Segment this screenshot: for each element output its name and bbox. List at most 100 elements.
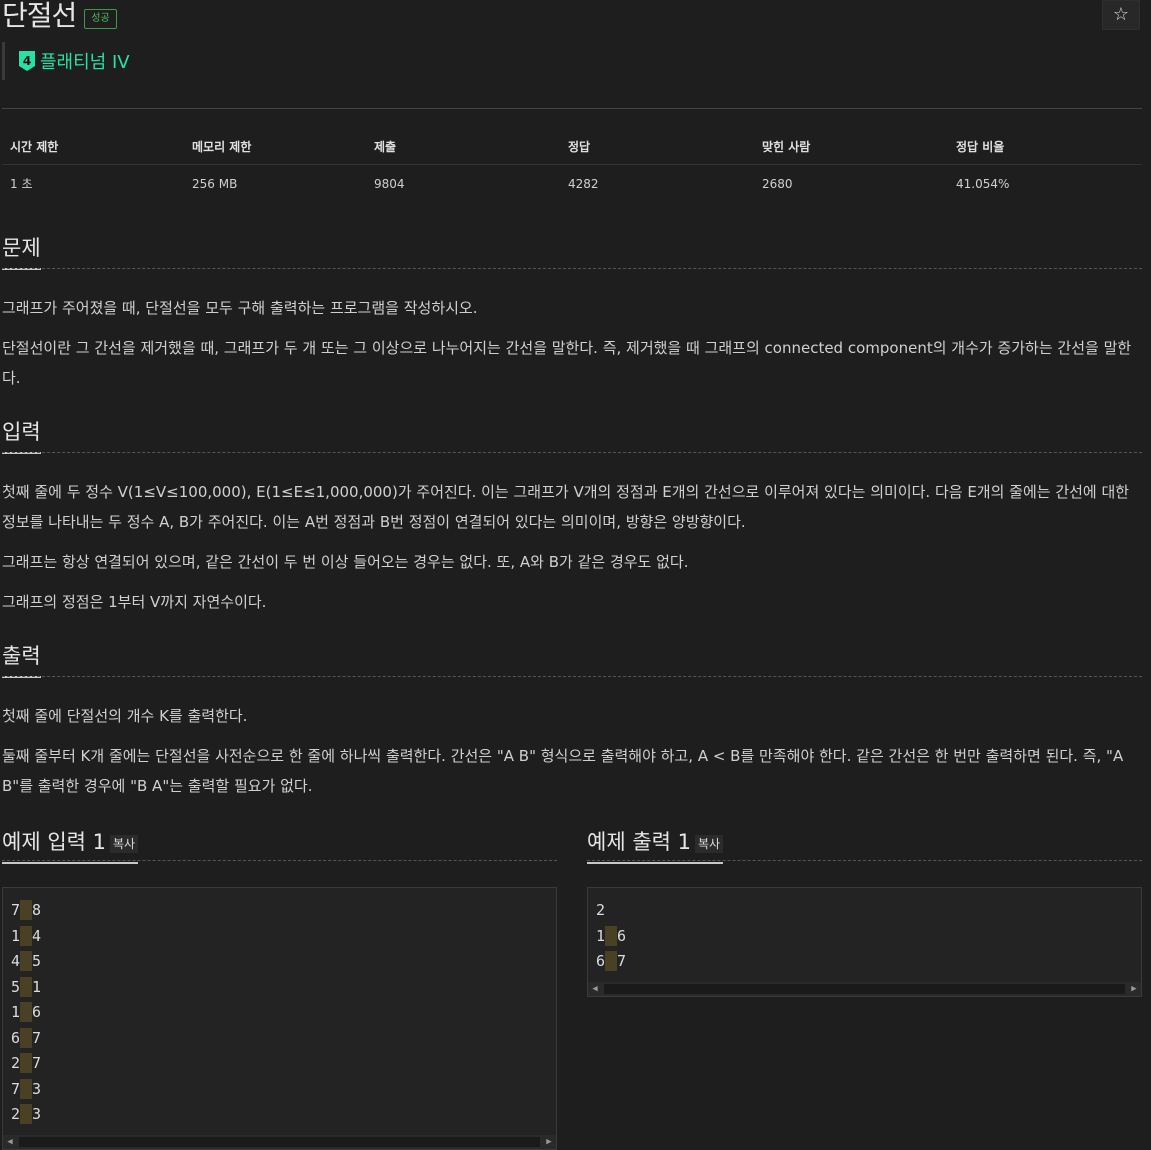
scroll-left-icon[interactable]: ◀ xyxy=(588,982,602,996)
sample-input-box[interactable]: 781445511667277323 ◀ ▶ xyxy=(2,887,557,1150)
whitespace-highlight xyxy=(20,925,33,946)
submissions-value[interactable]: 9804 xyxy=(366,165,560,203)
code-line: 67 xyxy=(11,1027,556,1054)
code-token: 7 xyxy=(11,1079,21,1098)
whitespace-highlight xyxy=(20,951,33,971)
sample-output-heading: 예제 출력 1 복사 xyxy=(587,826,724,864)
code-line: 16 xyxy=(596,925,1141,952)
input-paragraph: 그래프의 정점은 1부터 V까지 자연수이다. xyxy=(2,593,267,611)
output-paragraph: 첫째 줄에 단절선의 개수 K를 출력한다. xyxy=(2,707,248,725)
code-token: 5 xyxy=(11,977,21,996)
solvers-value[interactable]: 2680 xyxy=(754,165,948,203)
whitespace-highlight xyxy=(20,1027,33,1048)
code-line: 73 xyxy=(11,1078,556,1105)
whitespace-highlight xyxy=(605,951,618,971)
input-paragraph: 첫째 줄에 두 정수 V(1≤V≤100,000), E(1≤E≤1,000,0… xyxy=(2,483,1130,531)
accept-ratio-value: 41.054% xyxy=(956,176,1010,191)
code-token: 2 xyxy=(11,1054,21,1072)
section-divider xyxy=(2,676,1142,677)
sample-output-title: 예제 출력 1 xyxy=(587,830,691,854)
scroll-left-icon[interactable]: ◀ xyxy=(3,1135,17,1149)
code-token: 8 xyxy=(32,901,42,919)
tier-label[interactable]: 플래티넘 IV xyxy=(40,48,130,74)
section-divider xyxy=(2,860,557,861)
copy-input-button[interactable]: 복사 xyxy=(110,834,139,853)
memory-limit-value: 256 MB xyxy=(192,176,238,191)
whitespace-highlight xyxy=(20,1053,33,1073)
whitespace-highlight xyxy=(20,1104,33,1124)
whitespace-highlight xyxy=(20,900,33,920)
input-paragraph: 그래프는 항상 연결되어 있으며, 같은 간선이 두 번 이상 들어오는 경우는… xyxy=(2,553,689,571)
section-heading-output: 출력 xyxy=(2,640,41,678)
code-token: 1 xyxy=(32,977,42,996)
code-line: 16 xyxy=(11,1002,556,1028)
tier-block: 4 플래티넘 IV xyxy=(2,42,130,80)
section-divider xyxy=(2,268,1142,269)
code-token: 3 xyxy=(32,1105,42,1123)
code-token: 1 xyxy=(11,1003,21,1021)
header-memory-limit: 메모리 제한 xyxy=(184,128,366,165)
sample-input-title: 예제 입력 1 xyxy=(2,830,106,854)
code-token: 7 xyxy=(11,901,21,919)
code-token: 6 xyxy=(596,952,606,970)
problem-paragraph: 그래프가 주어졌을 때, 단절선을 모두 구해 출력하는 프로그램을 작성하시오… xyxy=(2,299,478,317)
header-accept-ratio: 정답 비율 xyxy=(948,128,1142,165)
problem-paragraph: 단절선이란 그 간선을 제거했을 때, 그래프가 두 개 또는 그 이상으로 나… xyxy=(2,339,1132,387)
scroll-right-icon[interactable]: ▶ xyxy=(1127,982,1141,996)
whitespace-highlight xyxy=(605,925,618,946)
time-limit-value: 1 초 xyxy=(10,177,33,191)
horizontal-scrollbar[interactable]: ◀ ▶ xyxy=(3,1135,556,1149)
code-line: 27 xyxy=(11,1053,556,1079)
whitespace-highlight xyxy=(20,1002,33,1022)
header-accepted: 정답 xyxy=(560,128,754,165)
status-badge: 성공 xyxy=(84,9,117,29)
code-token: 2 xyxy=(11,1105,21,1123)
accepted-value: 4282 xyxy=(568,176,599,191)
horizontal-scrollbar[interactable]: ◀ ▶ xyxy=(588,982,1141,996)
code-token: 4 xyxy=(32,926,42,945)
code-token: 3 xyxy=(32,1079,42,1098)
code-line: 51 xyxy=(11,976,556,1003)
code-token: 1 xyxy=(596,926,606,945)
sample-output-box[interactable]: 21667 ◀ ▶ xyxy=(587,887,1142,997)
scroll-right-icon[interactable]: ▶ xyxy=(542,1135,556,1149)
code-token: 7 xyxy=(617,952,627,970)
section-heading-input: 입력 xyxy=(2,416,41,454)
header-solvers: 맞힌 사람 xyxy=(754,128,948,165)
code-token: 5 xyxy=(32,952,42,970)
code-token: 6 xyxy=(11,1028,21,1047)
code-token: 7 xyxy=(32,1028,42,1047)
tier-icon: 4 xyxy=(19,51,35,71)
divider xyxy=(2,108,1142,109)
scrollbar-thumb[interactable] xyxy=(19,1137,540,1147)
code-token: 6 xyxy=(32,1003,42,1021)
sample-input-heading: 예제 입력 1 복사 xyxy=(2,826,139,864)
code-line: 23 xyxy=(11,1104,556,1130)
table-row: 1 초 256 MB 9804 4282 2680 41.054% xyxy=(2,165,1142,203)
code-token: 1 xyxy=(11,926,21,945)
section-divider xyxy=(587,860,1142,861)
code-line: 78 xyxy=(11,900,556,926)
header-time-limit: 시간 제한 xyxy=(2,128,184,165)
code-token: 7 xyxy=(32,1054,42,1072)
code-line: 2 xyxy=(596,900,1141,926)
code-token: 2 xyxy=(596,901,606,919)
whitespace-highlight xyxy=(20,976,33,997)
code-token: 4 xyxy=(11,952,21,970)
code-line: 14 xyxy=(11,925,556,952)
problem-header: 단절선 성공 xyxy=(2,0,117,32)
copy-output-button[interactable]: 복사 xyxy=(695,834,724,853)
section-divider xyxy=(2,452,1142,453)
output-paragraph: 둘째 줄부터 K개 줄에는 단절선을 사전순으로 한 줄에 하나씩 출력한다. … xyxy=(2,747,1124,795)
whitespace-highlight xyxy=(20,1078,33,1099)
code-line: 67 xyxy=(596,951,1141,977)
page-title: 단절선 xyxy=(2,0,77,32)
code-token: 6 xyxy=(617,926,627,945)
scrollbar-thumb[interactable] xyxy=(604,984,1125,994)
section-heading-problem: 문제 xyxy=(2,232,41,270)
favorite-star-button[interactable]: ☆ xyxy=(1102,0,1140,30)
problem-info-table: 시간 제한 메모리 제한 제출 정답 맞힌 사람 정답 비율 1 초 256 M… xyxy=(2,128,1142,202)
header-submissions: 제출 xyxy=(366,128,560,165)
table-header-row: 시간 제한 메모리 제한 제출 정답 맞힌 사람 정답 비율 xyxy=(2,128,1142,165)
code-line: 45 xyxy=(11,951,556,977)
